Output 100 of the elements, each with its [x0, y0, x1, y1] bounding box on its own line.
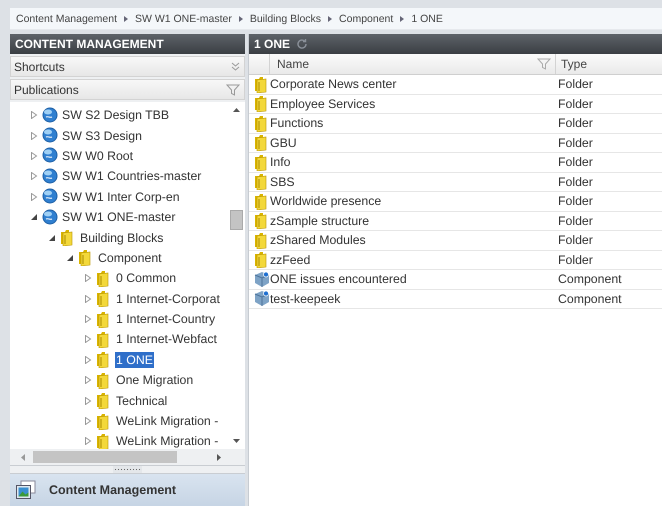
tree-item[interactable]: SW S3 Design — [61, 128, 143, 144]
name-cell[interactable]: Info — [270, 155, 555, 170]
scrollbar-thumb[interactable] — [230, 210, 243, 230]
column-header[interactable]: Type — [561, 57, 588, 71]
type-cell-text: Folder — [557, 77, 594, 92]
name-cell[interactable]: Corporate News center — [270, 77, 555, 92]
breadcrumb-link[interactable]: SW W1 ONE-master — [134, 12, 232, 24]
tree-item[interactable]: WeLink Migration - — [115, 413, 220, 430]
breadcrumb-link[interactable]: 1 ONE — [411, 12, 443, 24]
expanded-arrow-icon[interactable] — [30, 213, 38, 222]
separator-icon — [328, 16, 332, 22]
globe-icon — [42, 147, 58, 164]
collapsed-arrow-icon[interactable] — [30, 111, 38, 120]
scrollbar-thumb[interactable] — [33, 451, 177, 463]
collapsed-arrow-icon[interactable] — [84, 294, 92, 303]
collapsed-arrow-icon[interactable] — [30, 152, 38, 160]
scroll-right-icon[interactable] — [217, 454, 221, 460]
column-header[interactable]: Name — [277, 57, 310, 71]
expanded-arrow-icon[interactable] — [48, 234, 56, 242]
tree-item[interactable]: Building Blocks — [79, 230, 164, 246]
type-cell-text: Folder — [557, 116, 594, 130]
tree-item[interactable]: 1 ONE — [115, 352, 154, 368]
navigation-footer[interactable]: Content Management — [10, 474, 245, 506]
tree-item[interactable]: Technical — [115, 392, 168, 409]
tree-item[interactable]: One Migration — [115, 372, 194, 388]
folder-icon — [254, 251, 270, 268]
type-cell-text: Component — [557, 292, 623, 306]
name-cell[interactable]: zSample structure — [270, 214, 555, 228]
folder-icon — [254, 232, 270, 249]
breadcrumb-link[interactable]: Building Blocks — [250, 12, 322, 24]
folder-icon — [254, 114, 270, 132]
type-cell-text: Folder — [557, 174, 594, 189]
breadcrumb-link[interactable]: Content Management — [16, 12, 117, 24]
navigation-footer-label: Content Management — [49, 483, 176, 497]
tree-item[interactable]: Component — [97, 250, 163, 266]
tree-item[interactable]: WeLink Migration - — [115, 433, 220, 449]
panel-title: CONTENT MANAGEMENT — [10, 34, 245, 54]
tree-item[interactable]: 1 Internet-Country — [115, 311, 216, 328]
filter-icon[interactable] — [226, 84, 240, 96]
tree-item[interactable]: 1 Internet-Corporat — [115, 290, 221, 307]
scroll-left-icon[interactable] — [21, 454, 25, 460]
separator-icon — [400, 16, 404, 22]
folder-icon — [254, 212, 270, 230]
tree-item[interactable]: SW S2 Design TBB — [61, 107, 170, 124]
cube-icon — [254, 290, 270, 308]
globe-icon — [42, 168, 58, 185]
globe-icon — [42, 188, 58, 206]
collapsed-arrow-icon[interactable] — [84, 376, 92, 384]
name-cell[interactable]: Employee Services — [270, 96, 555, 111]
tree-item[interactable]: 1 Internet-Webfact — [115, 331, 218, 348]
folder-icon — [254, 192, 270, 210]
name-cell[interactable]: Functions — [270, 116, 555, 130]
separator-icon — [124, 16, 128, 22]
collapsed-arrow-icon[interactable] — [84, 396, 92, 405]
collapsed-arrow-icon[interactable] — [84, 437, 92, 446]
collapsed-arrow-icon[interactable] — [84, 417, 92, 426]
globe-icon — [42, 208, 58, 226]
type-cell-text: Folder — [557, 233, 594, 248]
collapsed-arrow-icon[interactable] — [84, 274, 92, 282]
folder-icon — [254, 154, 270, 171]
tree-item[interactable]: SW W0 Root — [61, 148, 134, 164]
publications-header[interactable]: Publications — [10, 79, 245, 100]
tree-item[interactable]: SW W1 Countries-master — [61, 168, 202, 184]
collapsed-arrow-icon[interactable] — [30, 172, 38, 180]
name-cell[interactable]: ONE issues encountered — [270, 272, 555, 286]
type-cell-text: Folder — [557, 96, 594, 111]
type-cell-text: Folder — [557, 155, 594, 170]
collapsed-arrow-icon[interactable] — [30, 132, 38, 140]
tree-item[interactable]: SW W1 ONE-master — [61, 209, 176, 226]
name-cell[interactable]: Worldwide presence — [270, 194, 555, 208]
tree-item[interactable]: SW W1 Inter Corp-en — [61, 188, 181, 205]
type-cell-text: Folder — [557, 252, 594, 267]
type-cell-text: Folder — [557, 194, 594, 208]
globe-icon — [42, 106, 58, 124]
name-cell[interactable]: test-keepeek — [270, 292, 555, 306]
name-cell[interactable]: zzFeed — [270, 252, 555, 267]
name-cell[interactable]: GBU — [270, 136, 555, 150]
collapsed-arrow-icon[interactable] — [84, 356, 92, 364]
collapsed-arrow-icon[interactable] — [84, 315, 92, 324]
folder-icon — [254, 95, 270, 112]
scroll-down-icon[interactable] — [233, 439, 240, 443]
filter-icon[interactable] — [537, 58, 551, 70]
expanded-arrow-icon[interactable] — [66, 254, 74, 262]
collapsed-arrow-icon[interactable] — [84, 335, 92, 344]
type-cell-text: Folder — [557, 214, 594, 228]
section-label: Shortcuts — [14, 60, 65, 74]
splitter-handle[interactable] — [10, 465, 245, 474]
collapsed-arrow-icon[interactable] — [30, 192, 38, 201]
breadcrumb-link[interactable]: Component — [339, 12, 394, 24]
section-label: Publications — [14, 82, 79, 96]
name-cell[interactable]: zShared Modules — [270, 233, 555, 248]
image-icon — [15, 480, 37, 500]
tree-item[interactable]: 0 Common — [115, 270, 178, 286]
name-cell[interactable]: SBS — [270, 174, 555, 189]
globe-icon — [42, 127, 58, 144]
shortcuts-header[interactable]: Shortcuts — [10, 56, 245, 77]
refresh-icon[interactable] — [296, 38, 308, 50]
scroll-up-icon[interactable] — [233, 108, 240, 112]
collapse-icon[interactable] — [231, 62, 240, 71]
folder-icon — [254, 76, 270, 93]
